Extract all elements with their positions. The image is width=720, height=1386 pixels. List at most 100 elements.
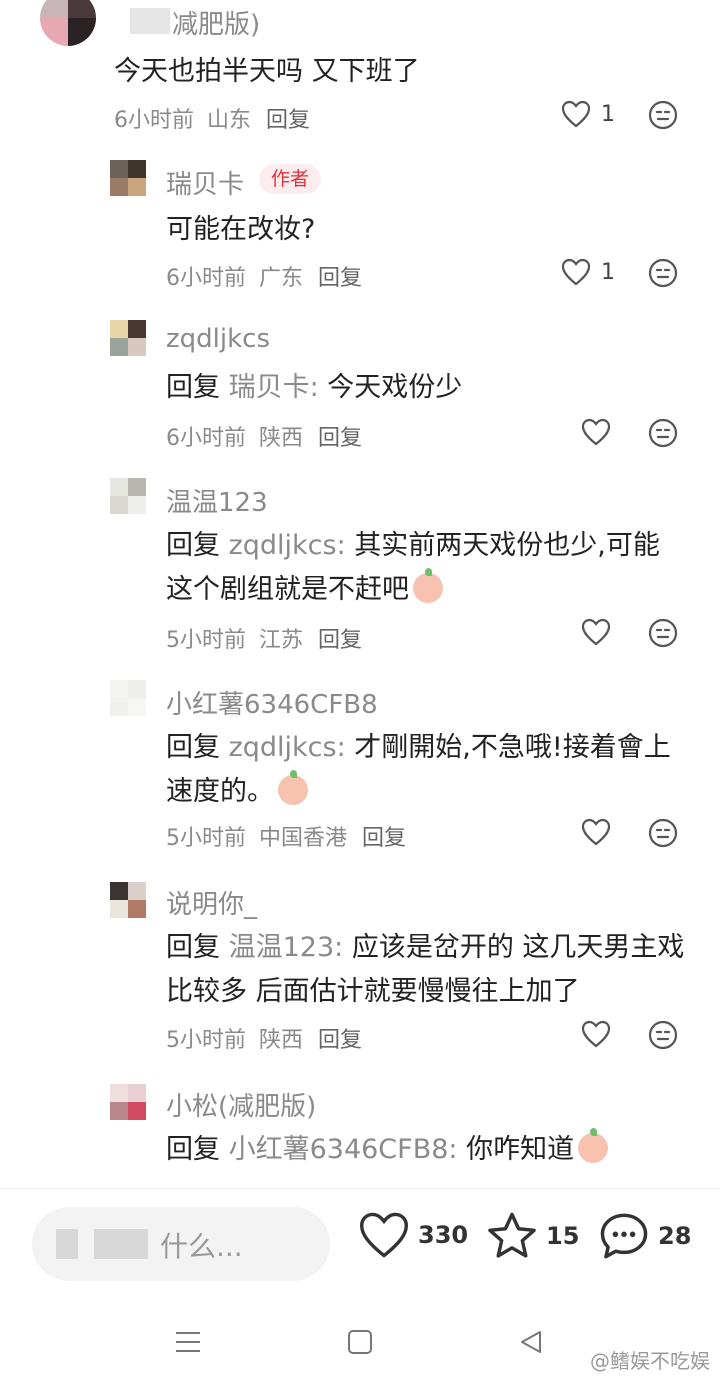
avatar[interactable] [110,478,146,514]
comment-meta: 5小时前 江苏 回复 [166,622,362,654]
system-nav-bar: @鳍娱不吃娱 [0,1298,720,1386]
dislike-button[interactable] [648,418,678,452]
comment-location: 陕西 [259,426,304,451]
comment-count: 28 [658,1222,692,1250]
comment-meta: 5小时前 中国香港 回复 [166,820,406,852]
reply-prefix: 回复 [166,372,220,403]
avatar[interactable] [110,320,146,356]
comment-text: 回复 瑞贝卡: 今天戏份少 [166,366,686,410]
like-count: 1 [601,101,615,127]
reply-target[interactable]: zqdljkcs: [229,732,346,763]
star-icon [488,1212,536,1258]
meh-face-icon [648,100,678,130]
heart-icon [561,100,591,128]
avatar[interactable] [110,160,146,196]
menu-icon[interactable] [174,1330,202,1354]
comment-location: 广东 [259,266,304,291]
comment-username[interactable]: 瑞贝卡 [166,164,244,201]
meh-face-icon [648,618,678,648]
comment-location: 陕西 [259,1028,304,1053]
comment-meta: 5小时前 陕西 回复 [166,1022,362,1054]
comment-time: 5小时前 [166,628,246,653]
reply-target[interactable]: zqdljkcs: [229,530,346,561]
comment-time: 6小时前 [166,266,246,291]
like-button[interactable] [581,418,611,446]
author-badge: 作者 [259,164,322,194]
meh-face-icon [648,418,678,448]
reply-button[interactable]: 回复 [318,266,362,291]
avatar[interactable] [110,882,146,918]
reply-target[interactable]: 瑞贝卡: [229,372,319,403]
heart-icon [581,418,611,446]
heart-icon [359,1212,409,1258]
reply-prefix: 回复 [166,1134,220,1165]
comment-text: 回复 zqdljkcs: 才剛開始,不急哦!接着會上速度的。 [166,726,686,814]
dislike-button[interactable] [648,618,678,652]
reply-button[interactable]: 回复 [318,628,362,653]
reply-button[interactable]: 回复 [266,108,310,133]
comment-username[interactable]: zqdljkcs [166,324,270,354]
comment-location: 江苏 [259,628,304,653]
comment-text: 回复 zqdljkcs: 其实前两天戏份也少,可能这个剧组就是不赶吧 [166,524,686,612]
heart-icon [581,1020,611,1048]
crying-emoji-icon [413,568,443,603]
comment-count-button[interactable]: 28 [598,1211,691,1261]
comment-username[interactable]: 小红薯6346CFB8 [166,684,378,721]
comment-time: 6小时前 [166,426,246,451]
like-button[interactable] [581,1020,611,1048]
avatar[interactable] [40,0,96,46]
meh-face-icon [648,258,678,288]
like-button[interactable]: 1 [561,100,615,128]
reply-prefix: 回复 [166,732,220,763]
reply-target[interactable]: 温温123: [229,932,344,963]
bottom-action-bar: 什么... 330 15 28 [0,1188,720,1299]
comment-meta: 6小时前 陕西 回复 [166,420,362,452]
comment-meta: 6小时前 山东 回复 [114,102,310,134]
comment-username[interactable]: 温温123 [166,482,268,519]
reply-button[interactable]: 回复 [362,826,406,851]
comment-username[interactable]: 减肥版) [172,4,260,41]
reply-body: 你咋知道 [466,1134,575,1165]
like-count: 1 [601,259,615,285]
back-icon[interactable] [518,1329,544,1355]
comment-input[interactable]: 什么... [32,1207,330,1281]
comment-username[interactable]: 小松(减肥版) [166,1086,316,1123]
favorite-button[interactable]: 15 [486,1211,579,1261]
like-post-button[interactable]: 330 [358,1211,468,1259]
like-post-count: 330 [418,1221,469,1249]
favorite-count: 15 [546,1222,580,1250]
dislike-button[interactable] [648,258,678,292]
comment-text: 回复 温温123: 应该是岔开的 这几天男主戏比较多 后面估计就要慢慢往上加了 [166,926,686,1014]
peach-emoji-icon [578,1128,609,1163]
like-button[interactable]: 1 [561,258,615,286]
comment-location: 山东 [207,108,252,133]
peach-emoji-icon [278,770,308,805]
meh-face-icon [648,818,678,848]
comment-text: 今天也拍半天吗 又下班了 [114,56,420,87]
like-button[interactable] [581,618,611,646]
dislike-button[interactable] [648,100,678,134]
comment-text: 回复 小红薯6346CFB8: 你咋知道 [166,1128,686,1172]
reply-button[interactable]: 回复 [318,1028,362,1053]
comment-username[interactable]: 说明你_ [166,884,257,921]
comment-input-placeholder: 什么... [160,1230,243,1263]
heart-icon [581,618,611,646]
reply-prefix: 回复 [166,932,220,963]
comment-meta: 6小时前 广东 回复 [166,260,362,292]
reply-button[interactable]: 回复 [318,426,362,451]
chat-bubble-icon [600,1213,648,1259]
dislike-button[interactable] [648,1020,678,1054]
reply-body: 今天戏份少 [327,372,463,403]
avatar[interactable] [110,1084,146,1120]
comment-time: 6小时前 [114,108,194,133]
like-button[interactable] [581,818,611,846]
watermark: @鳍娱不吃娱 [590,1349,710,1373]
heart-icon [561,258,591,286]
dislike-button[interactable] [648,818,678,852]
home-icon[interactable] [347,1329,373,1355]
comment-text: 可能在改妆? [166,214,316,245]
avatar[interactable] [110,680,146,716]
comment-location: 中国香港 [259,826,348,851]
reply-target[interactable]: 小红薯6346CFB8: [229,1134,458,1165]
heart-icon [581,818,611,846]
